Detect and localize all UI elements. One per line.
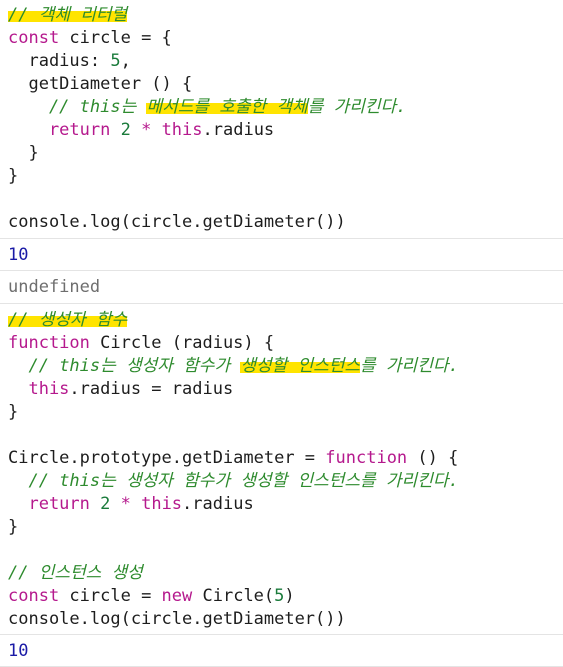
code-text: circle = [59, 586, 162, 606]
console-output-row: 10 [0, 243, 563, 267]
keyword: new [161, 586, 193, 606]
code-line: } [0, 142, 563, 165]
code-text: .radius = radius [69, 379, 234, 399]
code-comment: 를 가리킨다. [360, 356, 459, 376]
code-text: .radius [202, 120, 275, 140]
code-line: } [0, 165, 563, 188]
code-line: const circle = { [0, 27, 563, 50]
code-text: circle = { [59, 28, 172, 48]
console-divider [0, 238, 563, 239]
code-text: Circle (radius) { [89, 333, 275, 353]
code-text: console.log(circle.getDiameter()) [8, 212, 346, 232]
code-comment: this [59, 356, 101, 376]
code-comment: // 객체 리터럴 [8, 5, 128, 25]
code-comment: // [8, 97, 80, 117]
code-comment: 는 생성자 함수가 생성할 인스턴스를 가리킨다. [100, 471, 459, 491]
highlighted-comment: 생성할 인스턴스 [240, 356, 361, 376]
code-text: Circle( [192, 586, 275, 606]
number-literal: 5 [110, 51, 121, 71]
code-comment: // [8, 356, 60, 376]
console-output-row: 10 [0, 639, 563, 663]
number-literal: 5 [274, 586, 285, 606]
code-line: this.radius = radius [0, 378, 563, 401]
code-text: } [8, 402, 19, 422]
keyword: return [8, 120, 111, 140]
console-input-constructor[interactable]: // 생성자 함수 function Circle (radius) { // … [0, 309, 563, 631]
code-comment: 는 생성자 함수가 [100, 356, 241, 376]
keyword: function [8, 333, 90, 353]
code-line: return 2 * this.radius [0, 119, 563, 142]
code-text: .radius [182, 494, 254, 514]
code-text: radius: [8, 51, 111, 71]
code-line: // 인스턴스 생성 [0, 562, 563, 585]
code-text: } [8, 166, 19, 186]
code-comment: this [79, 97, 121, 117]
code-line: // 객체 리터럴 [0, 4, 563, 27]
code-text: } [8, 143, 39, 163]
code-line: } [0, 401, 563, 424]
code-comment: // 생성자 함수 [8, 310, 128, 330]
operator: * [130, 120, 162, 140]
operator: * [110, 494, 142, 514]
code-line: // this는 생성자 함수가 생성할 인스턴스를 가리킨다. [0, 355, 563, 378]
console-divider [0, 303, 563, 304]
console-input-object-literal[interactable]: // 객체 리터럴 const circle = { radius: 5, ge… [0, 4, 563, 234]
code-line: Circle.prototype.getDiameter = function … [0, 447, 563, 470]
code-line: return 2 * this.radius [0, 493, 563, 516]
highlighted-comment: 메서드를 호출한 객체 [146, 97, 308, 117]
code-line: console.log(circle.getDiameter()) [0, 211, 563, 234]
code-line: radius: 5, [0, 50, 563, 73]
code-line: const circle = new Circle(5) [0, 585, 563, 608]
code-text: console.log(circle.getDiameter()) [8, 609, 346, 629]
number-literal: 2 [110, 120, 131, 140]
code-text: ) [284, 586, 295, 606]
keyword: const [8, 586, 60, 606]
code-comment: 를 가리킨다. [307, 97, 407, 117]
code-line: console.log(circle.getDiameter()) [0, 608, 563, 631]
console-divider [0, 634, 563, 635]
keyword: return [8, 494, 90, 514]
code-line: getDiameter () { [0, 73, 563, 96]
code-comment: this [59, 471, 101, 491]
number-literal: 2 [89, 494, 111, 514]
code-text: () { [407, 448, 459, 468]
code-comment: // 인스턴스 생성 [8, 563, 143, 583]
code-line: // this는 생성자 함수가 생성할 인스턴스를 가리킨다. [0, 470, 563, 493]
console-divider [0, 270, 563, 271]
keyword: const [8, 28, 60, 48]
code-text: , [120, 51, 131, 71]
code-text: } [8, 517, 19, 537]
keyword: function [325, 448, 408, 468]
result-undefined: undefined [8, 277, 101, 297]
this-keyword: this [161, 120, 203, 140]
code-text: getDiameter () { [8, 74, 193, 94]
console-output-row: undefined [0, 275, 563, 299]
this-keyword: this [8, 379, 70, 399]
console-panel: // 객체 리터럴 const circle = { radius: 5, ge… [0, 0, 563, 667]
code-comment: // [8, 471, 60, 491]
result-value: 10 [8, 245, 29, 265]
result-value: 10 [8, 641, 29, 661]
code-text: Circle.prototype.getDiameter = [8, 448, 326, 468]
code-comment: 는 [120, 97, 147, 117]
code-line: function Circle (radius) { [0, 332, 563, 355]
code-line: } [0, 516, 563, 539]
this-keyword: this [141, 494, 183, 514]
code-line: // 생성자 함수 [0, 309, 563, 332]
code-line: // this는 메서드를 호출한 객체를 가리킨다. [0, 96, 563, 119]
